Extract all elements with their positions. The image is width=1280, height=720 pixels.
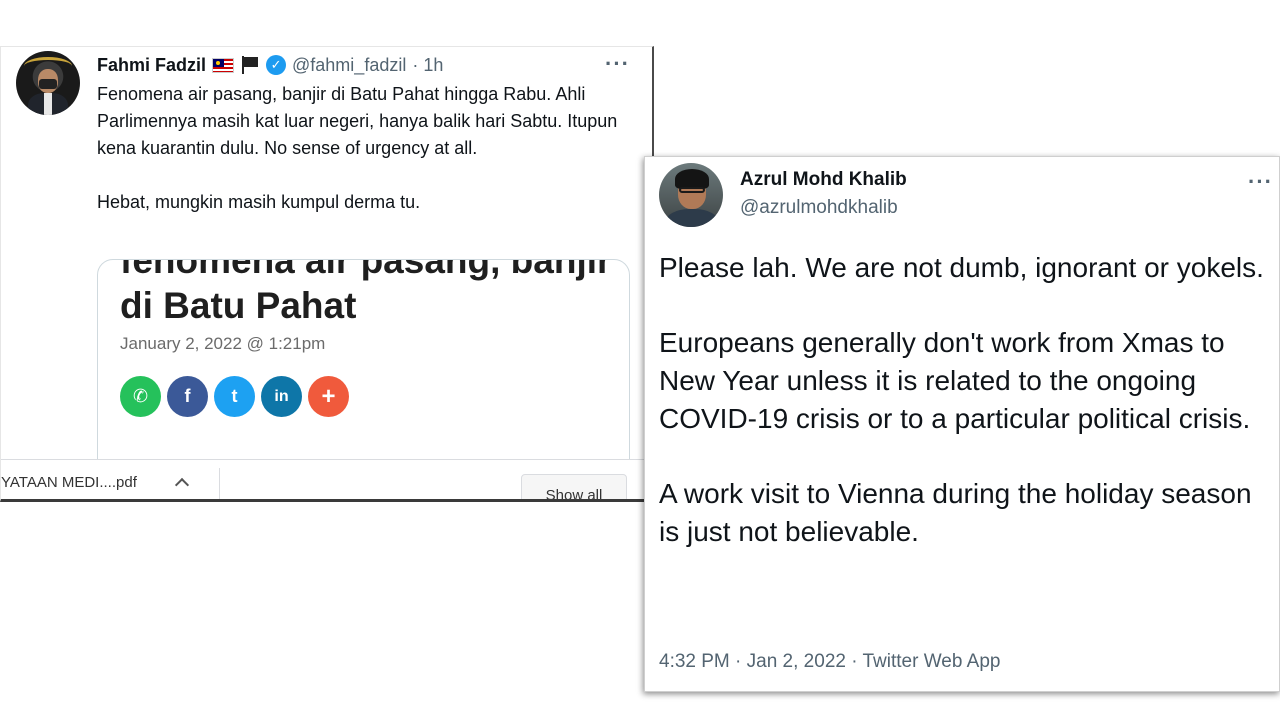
link-preview-card[interactable]: fenomena air pasang, banjir di Batu Paha… bbox=[97, 259, 630, 489]
tweet-fahmi-fadzil[interactable]: Fahmi Fadzil ✓ @fahmi_fadzil · 1h ··· Fe… bbox=[0, 46, 654, 502]
more-options-icon[interactable]: ··· bbox=[605, 51, 630, 77]
tweet-time[interactable]: · 1h bbox=[412, 55, 443, 76]
facebook-icon[interactable]: f bbox=[167, 376, 208, 417]
author-name[interactable]: Fahmi Fadzil bbox=[97, 55, 206, 76]
tweet-header: Fahmi Fadzil ✓ @fahmi_fadzil · 1h bbox=[97, 53, 443, 77]
tweet-paragraph: A work visit to Vienna during the holida… bbox=[659, 478, 1252, 547]
card-date: January 2, 2022 @ 1:21pm bbox=[120, 334, 326, 353]
tweet-paragraph: Hebat, mungkin masih kumpul derma tu. bbox=[97, 192, 421, 212]
tweet-metadata[interactable]: 4:32 PM · Jan 2, 2022 · Twitter Web App bbox=[659, 651, 1000, 673]
black-flag-icon bbox=[240, 56, 260, 74]
verified-badge-icon: ✓ bbox=[266, 55, 287, 75]
more-options-icon[interactable]: ··· bbox=[1248, 169, 1273, 195]
tweet-paragraph: Europeans generally don't work from Xmas… bbox=[659, 327, 1251, 434]
tweet-paragraph: Please lah. We are not dumb, ignorant or… bbox=[659, 252, 1264, 283]
tweet-text: Fenomena air pasang, banjir di Batu Paha… bbox=[97, 81, 637, 243]
share-buttons: ✆ f t in + bbox=[120, 376, 349, 417]
divider bbox=[219, 468, 220, 499]
tweet-paragraph: Fenomena air pasang, banjir di Batu Paha… bbox=[97, 84, 618, 158]
avatar[interactable] bbox=[16, 51, 80, 115]
browser-download-bar: YATAAN MEDI....pdf Show all bbox=[1, 459, 652, 499]
author-handle[interactable]: @fahmi_fadzil bbox=[292, 55, 406, 76]
linkedin-icon[interactable]: in bbox=[261, 376, 302, 417]
twitter-icon[interactable]: t bbox=[214, 376, 255, 417]
tweet-text: Please lah. We are not dumb, ignorant or… bbox=[659, 249, 1271, 588]
author-name[interactable]: Azrul Mohd Khalib bbox=[740, 169, 907, 191]
malaysia-flag-icon bbox=[212, 57, 235, 73]
chevron-up-icon[interactable] bbox=[174, 477, 190, 493]
show-all-button[interactable]: Show all bbox=[521, 474, 627, 499]
avatar[interactable] bbox=[659, 163, 723, 227]
author-handle[interactable]: @azrulmohdkhalib bbox=[740, 197, 898, 219]
tweet-azrul-mohd-khalib[interactable]: Azrul Mohd Khalib @azrulmohdkhalib ··· P… bbox=[644, 156, 1280, 692]
card-headline: fenomena air pasang, banjir di Batu Paha… bbox=[120, 259, 612, 326]
download-file-name[interactable]: YATAAN MEDI....pdf bbox=[1, 474, 137, 491]
more-share-icon[interactable]: + bbox=[308, 376, 349, 417]
whatsapp-icon[interactable]: ✆ bbox=[120, 376, 161, 417]
